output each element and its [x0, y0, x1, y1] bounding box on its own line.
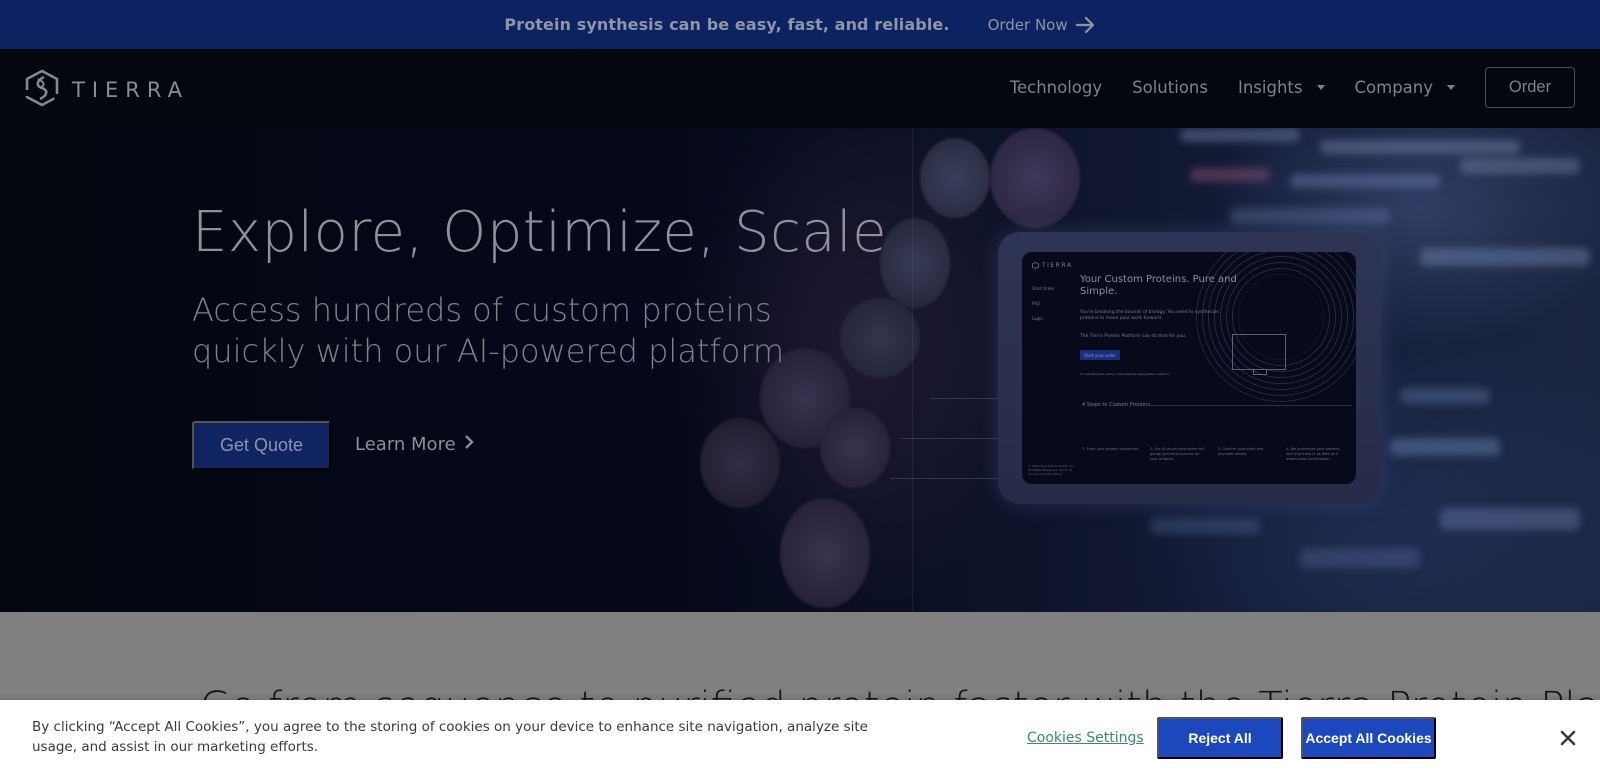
mockup-paragraph: The Tierra Protein Platform can do that … — [1080, 334, 1187, 339]
mockup-side-link: Start Order — [1032, 286, 1055, 291]
order-button[interactable]: Order — [1485, 67, 1575, 108]
background-decoration — [1460, 158, 1580, 174]
background-decoration — [1150, 518, 1260, 534]
mockup-step: 4. We synthesize your proteins and ship … — [1286, 447, 1340, 461]
accept-all-cookies-button[interactable]: Accept All Cookies — [1301, 717, 1436, 759]
mockup-steps-title: 4 Steps to Custom Proteins — [1082, 402, 1150, 408]
background-decoration — [780, 498, 870, 608]
announcement-bar: Protein synthesis can be easy, fast, and… — [0, 0, 1600, 49]
background-decoration — [1180, 128, 1300, 142]
hero-title: Explore, Optimize, Scale — [192, 200, 888, 265]
get-quote-button[interactable]: Get Quote — [192, 421, 331, 470]
section-heading: Go from sequence to purified protein fas… — [200, 684, 1600, 700]
cookies-settings-link[interactable]: Cookies Settings — [1027, 730, 1144, 746]
learn-more-label: Learn More — [355, 434, 456, 455]
arrow-right-icon — [1075, 16, 1096, 34]
learn-more-link[interactable]: Learn More — [355, 434, 474, 455]
mockup-start-order-button: Start your order — [1080, 350, 1120, 360]
background-decoration — [1420, 248, 1590, 266]
content-section: Go from sequence to purified protein fas… — [0, 612, 1600, 700]
order-now-link[interactable]: Order Now — [988, 16, 1096, 34]
tablet-screen: TIERRA Start Order FAQ Login Your Custom… — [1022, 252, 1356, 484]
background-decoration — [1390, 438, 1500, 456]
background-decoration — [1320, 140, 1520, 154]
monitor-illustration-icon — [1232, 334, 1286, 375]
nav-link-insights[interactable]: Insights — [1238, 78, 1325, 97]
background-decoration — [880, 218, 950, 308]
mockup-note: For enterprise size orders or other busi… — [1080, 373, 1170, 376]
background-decoration — [840, 298, 920, 378]
background-decoration — [700, 418, 780, 508]
nav-link-label: Company — [1354, 78, 1434, 97]
logo-text: TIERRA — [72, 78, 189, 102]
mockup-paragraph: You're breaking the bounds of biology. Y… — [1080, 310, 1219, 321]
background-decoration — [1230, 208, 1390, 224]
mockup-side-link: Login — [1032, 316, 1043, 321]
close-icon[interactable] — [1559, 729, 1577, 747]
cookie-consent-text: By clicking “Accept All Cookies”, you ag… — [32, 719, 868, 755]
background-decoration — [920, 138, 990, 218]
mockup-logo-text: TIERRA — [1042, 262, 1073, 269]
background-decoration — [1290, 174, 1440, 188]
cookie-consent-banner: By clicking “Accept All Cookies”, you ag… — [0, 700, 1600, 781]
nav-link-technology[interactable]: Technology — [1010, 78, 1102, 97]
caret-down-icon — [1316, 85, 1325, 90]
hero-section: Explore, Optimize, Scale Access hundreds… — [0, 128, 1600, 612]
nav-links: Technology Solutions Insights Company Or… — [980, 67, 1575, 108]
tierra-logo[interactable]: TIERRA — [24, 69, 189, 111]
background-decoration — [890, 478, 1000, 479]
background-decoration — [1440, 508, 1580, 530]
background-decoration — [990, 128, 1080, 228]
background-decoration — [1400, 388, 1490, 404]
mockup-step: 2. Our AI-driven evaluation will gauge s… — [1150, 447, 1205, 461]
chevron-right-icon — [464, 434, 474, 455]
mockup-logo: TIERRA — [1032, 262, 1072, 269]
tierra-hexagon-logo-icon — [1032, 262, 1039, 269]
nav-link-label: Technology — [1009, 78, 1103, 97]
tierra-hexagon-logo-icon — [24, 69, 60, 111]
order-now-label: Order Now — [987, 15, 1068, 34]
background-decoration — [1300, 548, 1420, 568]
reject-all-button[interactable]: Reject All — [1157, 717, 1283, 759]
nav-link-label: Insights — [1237, 78, 1303, 97]
platform-tablet-mockup: TIERRA Start Order FAQ Login Your Custom… — [998, 232, 1381, 504]
nav-link-company[interactable]: Company — [1354, 78, 1455, 97]
background-decoration — [930, 398, 1000, 399]
hero-subtitle: Access hundreds of custom proteins quick… — [192, 291, 785, 370]
mockup-step: 3. Confirm your order and payment detail… — [1218, 447, 1264, 456]
mockup-side-link: FAQ — [1032, 301, 1040, 306]
background-decoration — [1190, 168, 1270, 182]
background-decoration — [820, 408, 890, 488]
mockup-footer: © 2022 Tierra Biosciences, Inc. All Righ… — [1028, 464, 1076, 476]
mockup-step: 1. Enter your protein sequences. — [1082, 447, 1140, 451]
caret-down-icon — [1447, 85, 1455, 90]
announcement-message: Protein synthesis can be easy, fast, and… — [504, 15, 950, 34]
divider — [1147, 405, 1352, 406]
mockup-heading: Your Custom Proteins. Pure and Simple. — [1080, 274, 1237, 297]
main-navigation: TIERRA Technology Solutions Insights Com… — [0, 49, 1600, 128]
nav-link-label: Solutions — [1132, 78, 1208, 97]
background-decoration — [900, 438, 1000, 439]
nav-link-solutions[interactable]: Solutions — [1132, 78, 1208, 97]
background-decoration — [912, 128, 913, 612]
